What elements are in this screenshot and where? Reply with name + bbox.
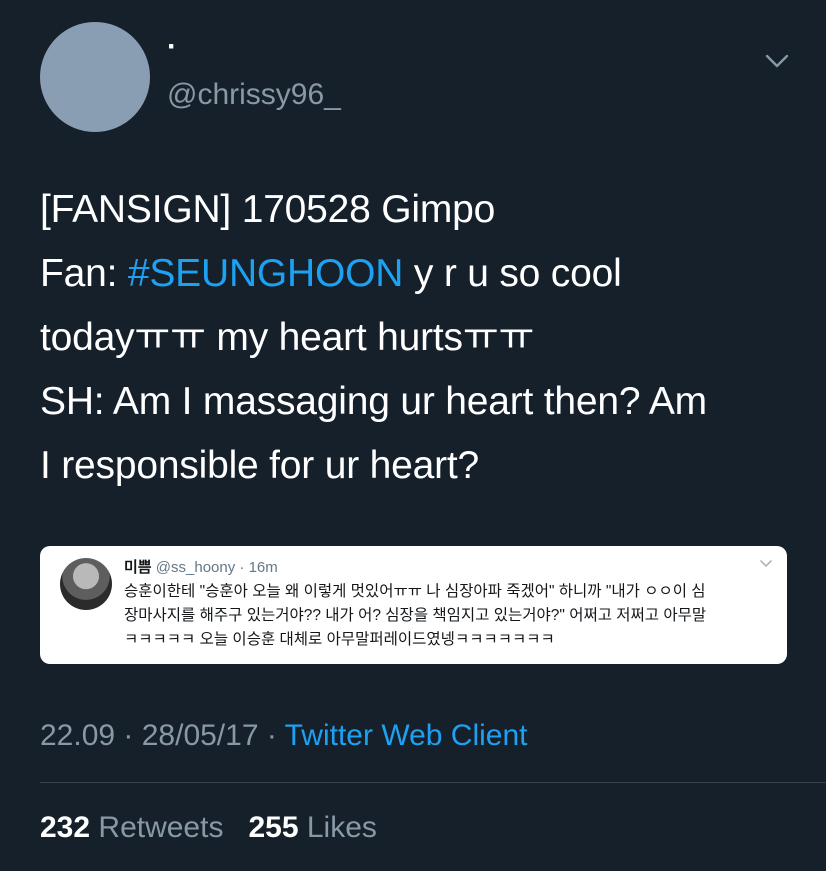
author-avatar[interactable] bbox=[40, 22, 150, 132]
tweet-text-segment: Fan: bbox=[40, 252, 128, 295]
quoted-tweet-header: 미쁨 @ss_hoony · 16m bbox=[124, 558, 278, 578]
retweets-stat[interactable]: 232 Retweets bbox=[40, 811, 223, 844]
quoted-tweet-line: 장마사지를 해주구 있는거야?? 내가 어? 심장을 책임지고 있는거야?" 어… bbox=[124, 607, 707, 624]
chevron-down-icon[interactable] bbox=[762, 50, 792, 72]
quoted-tweet-line: ㅋㅋㅋㅋㅋ 오늘 이승훈 대체로 아무말퍼레이드였넹ㅋㅋㅋㅋㅋㅋㅋ bbox=[124, 631, 555, 648]
likes-label: Likes bbox=[298, 811, 377, 844]
tweet-time[interactable]: 22.09 · 28/05/17 · bbox=[40, 719, 285, 752]
tweet-text: [FANSIGN] 170528 Gimpo Fan: #SEUNGHOON y… bbox=[40, 178, 800, 498]
quoted-user-avatar bbox=[60, 558, 112, 610]
retweets-label: Retweets bbox=[90, 811, 224, 844]
tweet-line: [FANSIGN] 170528 Gimpo bbox=[40, 188, 496, 231]
tweet-line: Fan: #SEUNGHOON y r u so cool bbox=[40, 242, 800, 306]
tweet-detail: · @chrissy96_ [FANSIGN] 170528 Gimpo Fan… bbox=[0, 0, 826, 871]
attached-tweet-screenshot[interactable]: 미쁨 @ss_hoony · 16m 승훈이한테 "승훈아 오늘 왜 이렇게 멋… bbox=[40, 546, 787, 664]
tweet-text-segment: y r u so cool bbox=[403, 252, 622, 295]
quoted-user-name: 미쁨 bbox=[124, 559, 152, 576]
tweet-stats: 232 Retweets 255 Likes bbox=[40, 808, 377, 848]
tweet-timestamp: 22.09 · 28/05/17 · Twitter Web Client bbox=[40, 716, 528, 756]
likes-stat[interactable]: 255 Likes bbox=[248, 811, 376, 844]
tweet-line: SH: Am I massaging ur heart then? Am bbox=[40, 380, 707, 423]
divider bbox=[40, 782, 826, 783]
author-display-name[interactable]: · bbox=[167, 30, 177, 64]
likes-count: 255 bbox=[248, 811, 299, 844]
quoted-tweet-line: 승훈이한테 "승훈아 오늘 왜 이렇게 멋있어ㅠㅠ 나 심장아파 죽겠어" 하니… bbox=[124, 583, 706, 600]
quoted-tweet-time: · 16m bbox=[239, 559, 278, 576]
tweet-line: I responsible for ur heart? bbox=[40, 444, 480, 487]
hashtag-link[interactable]: #SEUNGHOON bbox=[128, 252, 404, 295]
quoted-tweet-text: 승훈이한테 "승훈아 오늘 왜 이렇게 멋있어ㅠㅠ 나 심장아파 죽겠어" 하니… bbox=[124, 580, 774, 652]
source-app-link[interactable]: Twitter Web Client bbox=[285, 719, 528, 752]
retweets-count: 232 bbox=[40, 811, 91, 844]
author-handle[interactable]: @chrissy96_ bbox=[167, 78, 341, 112]
quoted-user-handle: @ss_hoony bbox=[155, 559, 236, 576]
chevron-down-icon bbox=[760, 560, 772, 567]
tweet-line: todayㅠㅠ my heart hurtsㅠㅠ bbox=[40, 316, 535, 359]
